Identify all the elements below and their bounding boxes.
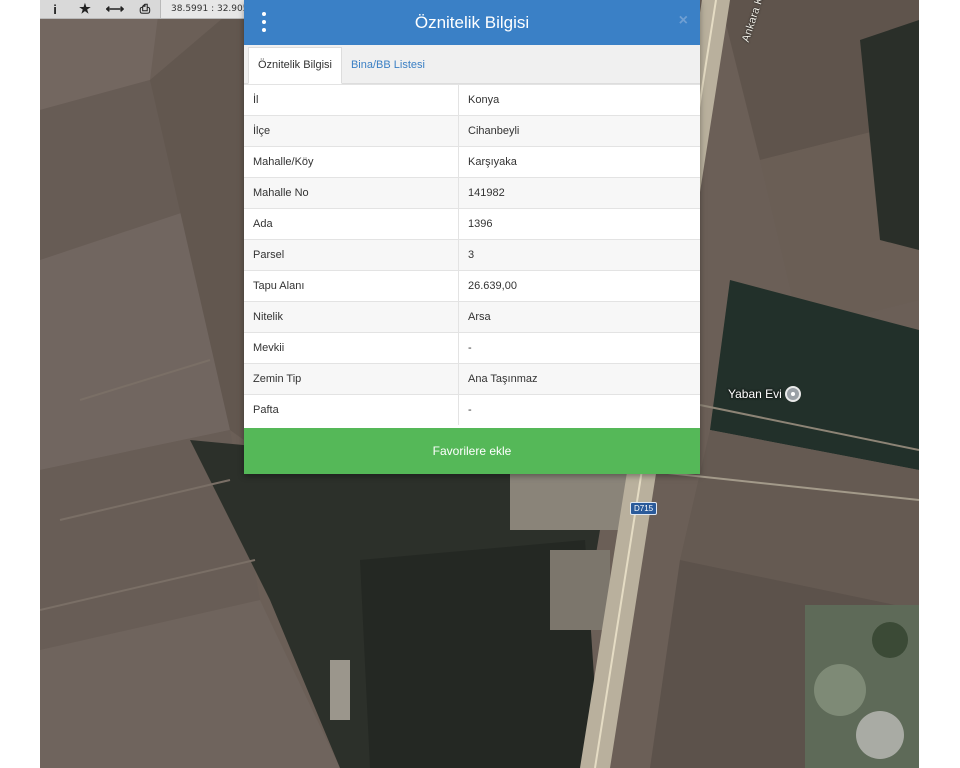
attribute-key: Mahalle/Köy — [244, 146, 459, 178]
attribute-value: Karşıyaka — [458, 146, 700, 178]
attribute-value: 141982 — [458, 177, 700, 209]
attribute-key: Ada — [244, 208, 459, 240]
table-row: Nitelik Arsa — [244, 301, 700, 333]
attribute-key: Tapu Alanı — [244, 270, 459, 302]
attribute-key: Mahalle No — [244, 177, 459, 209]
attribute-value: Konya — [458, 84, 700, 116]
attribute-value: - — [458, 332, 700, 364]
add-to-favorites-button[interactable]: Favorilere ekle — [244, 428, 700, 474]
table-row: İl Konya — [244, 84, 700, 116]
attribute-key: Mevkii — [244, 332, 459, 364]
attribute-value: 3 — [458, 239, 700, 271]
table-row: Parsel 3 — [244, 239, 700, 271]
close-icon[interactable]: × — [679, 12, 688, 30]
print-icon[interactable]: ⎙ — [130, 0, 160, 18]
attribute-key: Nitelik — [244, 301, 459, 333]
attribute-dialog: Öznitelik Bilgisi × Öznitelik Bilgisi Bi… — [244, 0, 700, 474]
tab-attribute-info[interactable]: Öznitelik Bilgisi — [248, 47, 342, 84]
attribute-key: Parsel — [244, 239, 459, 271]
star-icon[interactable]: ★ — [70, 0, 100, 18]
dialog-title: Öznitelik Bilgisi — [414, 12, 530, 32]
table-row: Ada 1396 — [244, 208, 700, 240]
table-row: Mahalle No 141982 — [244, 177, 700, 209]
attribute-value: - — [458, 394, 700, 425]
attribute-value: 26.639,00 — [458, 270, 700, 302]
table-row: Tapu Alanı 26.639,00 — [244, 270, 700, 302]
table-row: Zemin Tip Ana Taşınmaz — [244, 363, 700, 395]
attribute-table: İl Konya İlçe Cihanbeyli Mahalle/Köy Karşıy… — [244, 84, 700, 425]
location-pin-icon[interactable] — [784, 386, 801, 402]
dialog-header: Öznitelik Bilgisi × — [244, 0, 700, 45]
road-shield: D715 — [630, 502, 658, 515]
vertical-menu-icon[interactable] — [260, 12, 268, 32]
attribute-value: Ana Taşınmaz — [458, 363, 700, 395]
info-icon[interactable]: i — [40, 0, 70, 18]
attribute-key: İlçe — [244, 115, 459, 147]
attribute-value: Arsa — [458, 301, 700, 333]
measure-icon[interactable]: ⟷ — [100, 0, 130, 18]
table-row: Mevkii - — [244, 332, 700, 364]
table-row: Mahalle/Köy Karşıyaka — [244, 146, 700, 178]
attribute-key: Zemin Tip — [244, 363, 459, 395]
attribute-value: 1396 — [458, 208, 700, 240]
tab-building-list[interactable]: Bina/BB Listesi — [342, 48, 434, 83]
dialog-tabs: Öznitelik Bilgisi Bina/BB Listesi — [244, 45, 700, 84]
table-row: Pafta - — [244, 394, 700, 425]
attribute-key: İl — [244, 84, 459, 116]
attribute-value: Cihanbeyli — [458, 115, 700, 147]
poi-marker[interactable]: Yaban Evi — [728, 386, 801, 402]
attribute-key: Pafta — [244, 394, 459, 425]
map-toolbar: i ★ ⟷ ⎙ 38.5991 : 32.9056 — [40, 0, 265, 19]
poi-label: Yaban Evi — [728, 387, 782, 401]
table-row: İlçe Cihanbeyli — [244, 115, 700, 147]
